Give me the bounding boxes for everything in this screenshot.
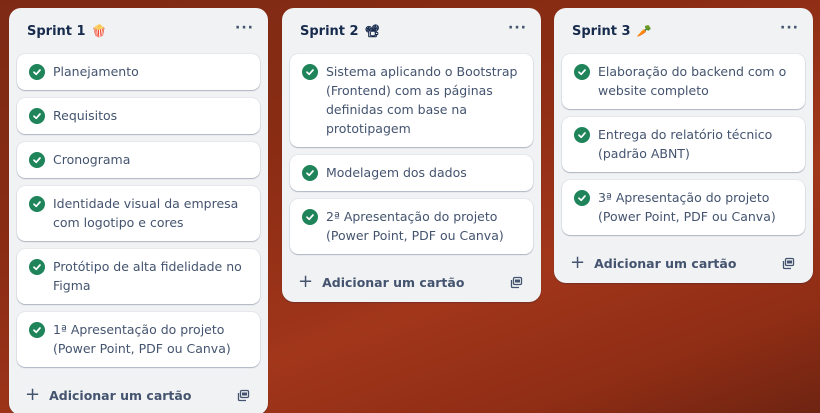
card-title: 1ª Apresentação do projeto (Power Point,… [53,322,231,356]
card-title: Entrega do relatório técnico (padrão ABN… [598,127,773,161]
list-title-text: Sprint 2 [300,23,359,39]
card[interactable]: Sistema aplicando o Bootstrap (Frontend)… [290,54,533,147]
carrot-icon: 🥕 [636,24,652,38]
list-sprint-1: Sprint 1 🍿 ··· Planejamento Requisitos C… [9,8,268,413]
list-sprint-3: Sprint 3 🥕 ··· Elaboração do backend com… [554,8,813,283]
list-title-text: Sprint 1 [27,23,86,39]
list-header: Sprint 2 📽 ··· [282,8,541,54]
add-card-label: Adicionar um cartão [594,255,737,271]
add-card-label: Adicionar um cartão [49,387,192,403]
plus-icon: + [298,271,314,292]
list-header: Sprint 1 🍿 ··· [9,8,268,54]
card-title: Modelagem dos dados [326,165,467,180]
card-template-icon[interactable] [510,276,523,289]
card[interactable]: 1ª Apresentação do projeto (Power Point,… [17,312,260,367]
card-template-icon[interactable] [237,389,250,402]
card[interactable]: 3ª Apresentação do projeto (Power Point,… [562,180,805,235]
check-circle-icon[interactable] [302,165,318,181]
list-menu-button[interactable]: ··· [780,21,799,41]
card-title: Sistema aplicando o Bootstrap (Frontend)… [326,64,518,136]
card-title: Requisitos [53,108,118,123]
add-card-label: Adicionar um cartão [322,274,465,290]
card[interactable]: Identidade visual da empresa com logotip… [17,186,260,241]
card-title: Elaboração do backend com o website comp… [598,64,787,98]
check-circle-icon[interactable] [29,322,45,338]
check-circle-icon[interactable] [29,196,45,212]
popcorn-icon: 🍿 [91,24,107,38]
card-title: Identidade visual da empresa com logotip… [53,196,239,230]
film-projector-icon: 📽 [364,24,380,38]
list-title[interactable]: Sprint 2 📽 [300,24,380,39]
card-title: 3ª Apresentação do projeto (Power Point,… [598,190,776,224]
check-circle-icon[interactable] [29,64,45,80]
card[interactable]: Cronograma [17,142,260,178]
list-title[interactable]: Sprint 3 🥕 [572,24,652,39]
list-sprint-2: Sprint 2 📽 ··· Sistema aplicando o Boots… [282,8,541,302]
card-title: Planejamento [53,64,139,79]
check-circle-icon[interactable] [29,108,45,124]
check-circle-icon[interactable] [574,190,590,206]
list-footer: + Adicionar um cartão [9,375,268,413]
card-title: 2ª Apresentação do projeto (Power Point,… [326,209,504,243]
add-card-button[interactable]: + Adicionar um cartão [25,386,191,404]
card-title: Protótipo de alta fidelidade no Figma [53,259,242,293]
check-circle-icon[interactable] [29,259,45,275]
check-circle-icon[interactable] [574,64,590,80]
card[interactable]: Modelagem dos dados [290,155,533,191]
check-circle-icon[interactable] [29,152,45,168]
card-template-icon[interactable] [782,257,795,270]
check-circle-icon[interactable] [302,209,318,225]
check-circle-icon[interactable] [574,127,590,143]
list-title-text: Sprint 3 [572,23,631,39]
list-footer: + Adicionar um cartão [282,262,541,302]
plus-icon: + [25,384,41,405]
card[interactable]: Elaboração do backend com o website comp… [562,54,805,109]
card[interactable]: 2ª Apresentação do projeto (Power Point,… [290,199,533,254]
card-title: Cronograma [53,152,131,167]
add-card-button[interactable]: + Adicionar um cartão [298,273,464,291]
card[interactable]: Entrega do relatório técnico (padrão ABN… [562,117,805,172]
add-card-button[interactable]: + Adicionar um cartão [570,254,736,272]
check-circle-icon[interactable] [302,64,318,80]
card[interactable]: Requisitos [17,98,260,134]
list-menu-button[interactable]: ··· [508,21,527,41]
list-title[interactable]: Sprint 1 🍿 [27,24,107,39]
list-footer: + Adicionar um cartão [554,243,813,283]
list-menu-button[interactable]: ··· [235,21,254,41]
card[interactable]: Planejamento [17,54,260,90]
card[interactable]: Protótipo de alta fidelidade no Figma [17,249,260,304]
plus-icon: + [570,252,586,273]
list-header: Sprint 3 🥕 ··· [554,8,813,54]
